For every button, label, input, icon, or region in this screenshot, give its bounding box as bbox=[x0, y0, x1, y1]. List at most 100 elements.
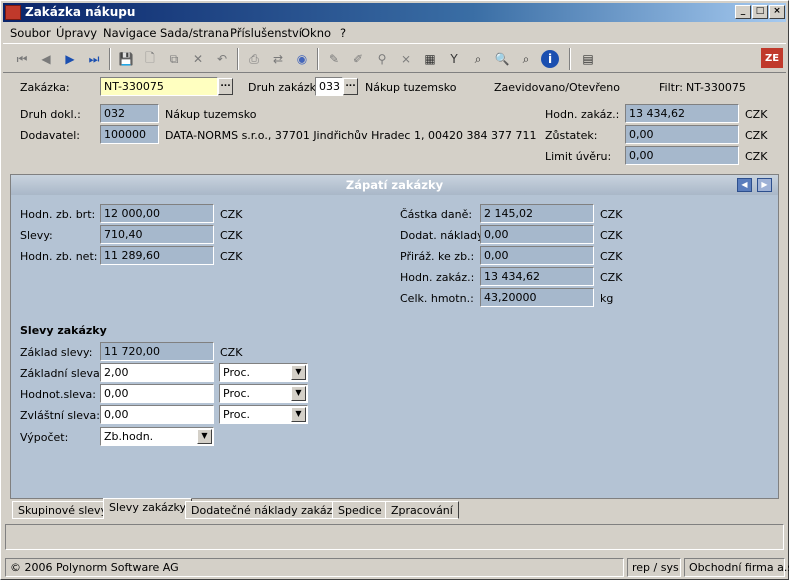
minimize-button[interactable]: _ bbox=[735, 5, 751, 19]
filtr-label: Filtr: bbox=[659, 81, 683, 94]
tab-zpracovani[interactable]: Zpracování bbox=[385, 501, 459, 519]
celk-hmotn-field: 43,20000 bbox=[480, 288, 594, 307]
panel-header: Zápatí zakázky ◀ ▶ bbox=[11, 175, 778, 195]
druh-dokl-field: 032 bbox=[100, 104, 159, 123]
maximize-button[interactable]: □ bbox=[752, 5, 768, 19]
zakazka-input[interactable]: NT-330075 bbox=[100, 77, 218, 96]
hodn-zb-brt-field: 12 000,00 bbox=[100, 204, 214, 223]
new-document-icon[interactable]: 🗋 bbox=[141, 50, 159, 68]
slevy-label: Slevy: bbox=[20, 229, 53, 242]
zustatek-label: Zůstatek: bbox=[545, 129, 598, 142]
hodnot-sleva-label: Hodnot.sleva: bbox=[20, 388, 97, 401]
druh-zakazky-lookup-button[interactable]: ... bbox=[343, 78, 358, 95]
save-icon[interactable]: 💾 bbox=[117, 50, 135, 68]
filter-icon[interactable]: ⚲ bbox=[373, 50, 391, 68]
first-record-icon[interactable]: ⏮ bbox=[13, 50, 31, 68]
zakladni-sleva-label: Základní sleva: bbox=[20, 367, 104, 380]
dodavatel-label: Dodavatel: bbox=[20, 129, 81, 142]
calculator-icon[interactable]: ▤ bbox=[579, 50, 597, 68]
transfer-icon[interactable]: ⇄ bbox=[269, 50, 287, 68]
vypocet-select[interactable]: Zb.hodn. ▼ bbox=[100, 427, 214, 446]
search-list-icon[interactable]: ⌕ bbox=[469, 50, 487, 68]
menu-okno[interactable]: Okno bbox=[301, 26, 331, 40]
zvlastni-sleva-input[interactable]: 0,00 bbox=[100, 405, 214, 424]
hodn-zakaz-footer-unit: CZK bbox=[600, 271, 623, 284]
zaklad-slevy-field: 11 720,00 bbox=[100, 342, 214, 361]
title-bar[interactable]: Zakázka nákupu _ □ × bbox=[3, 3, 786, 22]
discounts-title: Slevy zakázky bbox=[20, 324, 107, 337]
chevron-down-icon[interactable]: ▼ bbox=[291, 386, 306, 401]
tab-slevy-zakazky[interactable]: Slevy zakázky bbox=[103, 498, 193, 519]
clear-filter-icon[interactable]: ⨯ bbox=[397, 50, 415, 68]
filter-table-icon[interactable]: ▦ bbox=[421, 50, 439, 68]
druh-zakazky-input[interactable]: 033 bbox=[315, 77, 343, 96]
druh-zakazky-text: Nákup tuzemsko bbox=[365, 81, 457, 94]
zvlastni-sleva-type-select[interactable]: Proc. ▼ bbox=[219, 405, 308, 424]
zoom-icon[interactable]: ⌕ bbox=[517, 50, 535, 68]
panel-next-icon[interactable]: ▶ bbox=[757, 178, 772, 192]
filter-search-icon[interactable]: Y bbox=[445, 50, 463, 68]
druh-zakazky-label: Druh zakázk: bbox=[248, 81, 320, 94]
menu-bar: Soubor Úpravy Navigace Sada/strana Přísl… bbox=[3, 23, 786, 42]
edit-icon[interactable]: ✎ bbox=[325, 50, 343, 68]
hodnot-sleva-type-value: Proc. bbox=[223, 387, 250, 400]
dodavatel-text: DATA-NORMS s.r.o., 37701 Jindřichův Hrad… bbox=[165, 129, 537, 142]
next-record-icon[interactable]: ▶ bbox=[61, 50, 79, 68]
menu-help[interactable]: ? bbox=[340, 26, 346, 40]
search-icon[interactable]: 🔍 bbox=[493, 50, 511, 68]
chevron-down-icon[interactable]: ▼ bbox=[291, 407, 306, 422]
pen-icon[interactable]: ✐ bbox=[349, 50, 367, 68]
close-button[interactable]: × bbox=[769, 5, 785, 19]
limit-unit: CZK bbox=[745, 150, 768, 163]
toolbar-separator bbox=[237, 48, 239, 70]
menu-prislusenstvi[interactable]: Příslušenství bbox=[230, 26, 302, 40]
chevron-down-icon[interactable]: ▼ bbox=[291, 365, 306, 380]
dodat-naklady-unit: CZK bbox=[600, 229, 623, 242]
zakazka-label: Zakázka: bbox=[20, 81, 70, 94]
menu-navigace[interactable]: Navigace bbox=[103, 26, 156, 40]
hodn-zakaz-unit: CZK bbox=[745, 108, 768, 121]
undo-icon[interactable]: ↶ bbox=[213, 50, 231, 68]
chevron-down-icon[interactable]: ▼ bbox=[197, 429, 212, 444]
print-icon[interactable]: ⎙ bbox=[245, 50, 263, 68]
menu-soubor[interactable]: Soubor bbox=[10, 26, 51, 40]
vypocet-value: Zb.hodn. bbox=[104, 430, 154, 443]
dodat-naklady-label: Dodat. náklady: bbox=[400, 229, 487, 242]
zustatek-unit: CZK bbox=[745, 129, 768, 142]
castka-dane-unit: CZK bbox=[600, 208, 623, 221]
limit-field: 0,00 bbox=[625, 146, 739, 165]
previous-record-icon[interactable]: ◀ bbox=[37, 50, 55, 68]
panel-title: Zápatí zakázky bbox=[345, 178, 444, 192]
menu-upravy[interactable]: Úpravy bbox=[56, 26, 97, 40]
hodn-zb-brt-unit: CZK bbox=[220, 208, 243, 221]
zakazka-lookup-button[interactable]: ... bbox=[218, 78, 233, 95]
info-icon[interactable]: i bbox=[541, 50, 559, 68]
hodnot-sleva-type-select[interactable]: Proc. ▼ bbox=[219, 384, 308, 403]
filtr-value: NT-330075 bbox=[686, 81, 746, 94]
zakladni-sleva-type-value: Proc. bbox=[223, 366, 250, 379]
hodn-zakaz-field: 13 434,62 bbox=[625, 104, 739, 123]
brand-logo-icon: ZE bbox=[761, 48, 783, 68]
delete-icon[interactable]: ✕ bbox=[189, 50, 207, 68]
last-record-icon[interactable]: ⏭ bbox=[85, 50, 103, 68]
tab-spedice[interactable]: Spedice bbox=[332, 501, 388, 519]
slevy-field: 710,40 bbox=[100, 225, 214, 244]
hodn-zakaz-label: Hodn. zakáz.: bbox=[545, 108, 620, 121]
tab-skupinove-slevy[interactable]: Skupinové slevy bbox=[12, 501, 114, 519]
hodn-zb-net-field: 11 289,60 bbox=[100, 246, 214, 265]
druh-dokl-text: Nákup tuzemsko bbox=[165, 108, 257, 121]
refresh-icon[interactable]: ◉ bbox=[293, 50, 311, 68]
menu-sada-strana[interactable]: Sada/strana bbox=[160, 26, 229, 40]
status-text: Zaevidovano/Otevřeno bbox=[494, 81, 620, 94]
hodnot-sleva-input[interactable]: 0,00 bbox=[100, 384, 214, 403]
tab-dodatecne-naklady[interactable]: Dodatečné náklady zakázky bbox=[185, 501, 351, 519]
priraz-label: Přiráž. ke zb.: bbox=[400, 250, 475, 263]
zakladni-sleva-input[interactable]: 2,00 bbox=[100, 363, 214, 382]
hodn-zakaz-footer-field: 13 434,62 bbox=[480, 267, 594, 286]
hodn-zb-net-label: Hodn. zb. net: bbox=[20, 250, 98, 263]
zakladni-sleva-type-select[interactable]: Proc. ▼ bbox=[219, 363, 308, 382]
zustatek-field: 0,00 bbox=[625, 125, 739, 144]
copy-icon[interactable]: ⧉ bbox=[165, 50, 183, 68]
panel-prev-icon[interactable]: ◀ bbox=[737, 178, 752, 192]
toolbar-separator bbox=[569, 48, 571, 70]
